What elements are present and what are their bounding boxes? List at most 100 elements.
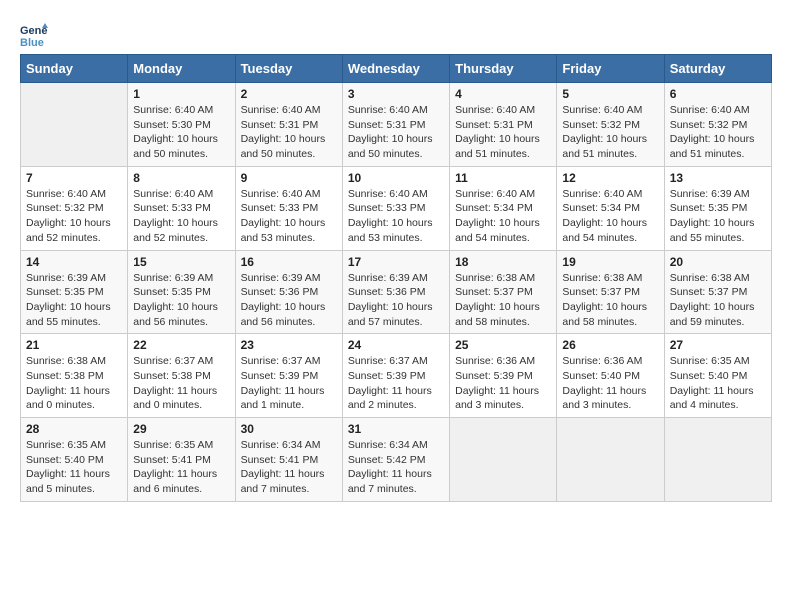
- day-info: Sunrise: 6:40 AMSunset: 5:33 PMDaylight:…: [133, 187, 229, 246]
- day-info: Sunrise: 6:36 AMSunset: 5:40 PMDaylight:…: [562, 354, 658, 413]
- calendar-cell: [21, 83, 128, 167]
- day-info: Sunrise: 6:40 AMSunset: 5:31 PMDaylight:…: [241, 103, 337, 162]
- day-info: Sunrise: 6:38 AMSunset: 5:37 PMDaylight:…: [670, 271, 766, 330]
- day-info: Sunrise: 6:35 AMSunset: 5:40 PMDaylight:…: [26, 438, 122, 497]
- day-info: Sunrise: 6:40 AMSunset: 5:34 PMDaylight:…: [562, 187, 658, 246]
- day-info: Sunrise: 6:39 AMSunset: 5:35 PMDaylight:…: [26, 271, 122, 330]
- day-number: 27: [670, 338, 766, 352]
- day-number: 18: [455, 255, 551, 269]
- day-number: 23: [241, 338, 337, 352]
- day-number: 2: [241, 87, 337, 101]
- header-sunday: Sunday: [21, 55, 128, 83]
- header-friday: Friday: [557, 55, 664, 83]
- calendar-cell: 15 Sunrise: 6:39 AMSunset: 5:35 PMDayligh…: [128, 250, 235, 334]
- day-info: Sunrise: 6:34 AMSunset: 5:42 PMDaylight:…: [348, 438, 444, 497]
- calendar-cell: 18 Sunrise: 6:38 AMSunset: 5:37 PMDayligh…: [450, 250, 557, 334]
- day-info: Sunrise: 6:38 AMSunset: 5:38 PMDaylight:…: [26, 354, 122, 413]
- calendar-cell: [450, 418, 557, 502]
- day-number: 30: [241, 422, 337, 436]
- header-row: SundayMondayTuesdayWednesdayThursdayFrid…: [21, 55, 772, 83]
- calendar-cell: [557, 418, 664, 502]
- calendar-header: SundayMondayTuesdayWednesdayThursdayFrid…: [21, 55, 772, 83]
- header-thursday: Thursday: [450, 55, 557, 83]
- calendar-cell: 24Sunrise: 6:37 AMSunset: 5:39 PMDayligh…: [342, 334, 449, 418]
- day-info: Sunrise: 6:39 AMSunset: 5:35 PMDaylight:…: [133, 271, 229, 330]
- calendar-cell: 28Sunrise: 6:35 AMSunset: 5:40 PMDayligh…: [21, 418, 128, 502]
- calendar-cell: 8 Sunrise: 6:40 AMSunset: 5:33 PMDaylight…: [128, 166, 235, 250]
- day-number: 22: [133, 338, 229, 352]
- calendar-week-row: 7 Sunrise: 6:40 AMSunset: 5:32 PMDaylight…: [21, 166, 772, 250]
- day-number: 17: [348, 255, 444, 269]
- day-number: 7: [26, 171, 122, 185]
- day-number: 5: [562, 87, 658, 101]
- day-number: 13: [670, 171, 766, 185]
- calendar-cell: 7 Sunrise: 6:40 AMSunset: 5:32 PMDaylight…: [21, 166, 128, 250]
- calendar-week-row: 28Sunrise: 6:35 AMSunset: 5:40 PMDayligh…: [21, 418, 772, 502]
- calendar-cell: 6Sunrise: 6:40 AMSunset: 5:32 PMDaylight…: [664, 83, 771, 167]
- calendar-cell: 23 Sunrise: 6:37 AMSunset: 5:39 PMDayligh…: [235, 334, 342, 418]
- calendar-cell: 13Sunrise: 6:39 AMSunset: 5:35 PMDayligh…: [664, 166, 771, 250]
- day-info: Sunrise: 6:40 AMSunset: 5:33 PMDaylight:…: [241, 187, 337, 246]
- day-number: 21: [26, 338, 122, 352]
- calendar-cell: 29 Sunrise: 6:35 AMSunset: 5:41 PMDayligh…: [128, 418, 235, 502]
- calendar-cell: 20 Sunrise: 6:38 AMSunset: 5:37 PMDayligh…: [664, 250, 771, 334]
- day-number: 25: [455, 338, 551, 352]
- day-number: 12: [562, 171, 658, 185]
- header-tuesday: Tuesday: [235, 55, 342, 83]
- day-number: 11: [455, 171, 551, 185]
- calendar-cell: 5 Sunrise: 6:40 AMSunset: 5:32 PMDaylight…: [557, 83, 664, 167]
- day-number: 26: [562, 338, 658, 352]
- day-info: Sunrise: 6:35 AMSunset: 5:41 PMDaylight:…: [133, 438, 229, 497]
- calendar-cell: 10Sunrise: 6:40 AMSunset: 5:33 PMDayligh…: [342, 166, 449, 250]
- calendar-cell: 30 Sunrise: 6:34 AMSunset: 5:41 PMDayligh…: [235, 418, 342, 502]
- calendar-cell: 14 Sunrise: 6:39 AMSunset: 5:35 PMDayligh…: [21, 250, 128, 334]
- day-number: 20: [670, 255, 766, 269]
- calendar-cell: 4Sunrise: 6:40 AMSunset: 5:31 PMDaylight…: [450, 83, 557, 167]
- calendar-cell: [664, 418, 771, 502]
- day-number: 31: [348, 422, 444, 436]
- day-number: 8: [133, 171, 229, 185]
- day-info: Sunrise: 6:39 AMSunset: 5:36 PMDaylight:…: [348, 271, 444, 330]
- header-wednesday: Wednesday: [342, 55, 449, 83]
- day-info: Sunrise: 6:37 AMSunset: 5:38 PMDaylight:…: [133, 354, 229, 413]
- day-number: 29: [133, 422, 229, 436]
- day-number: 16: [241, 255, 337, 269]
- calendar-week-row: 21 Sunrise: 6:38 AMSunset: 5:38 PMDayligh…: [21, 334, 772, 418]
- day-info: Sunrise: 6:38 AMSunset: 5:37 PMDaylight:…: [455, 271, 551, 330]
- day-number: 6: [670, 87, 766, 101]
- calendar-cell: 2 Sunrise: 6:40 AMSunset: 5:31 PMDaylight…: [235, 83, 342, 167]
- day-info: Sunrise: 6:36 AMSunset: 5:39 PMDaylight:…: [455, 354, 551, 413]
- page-header: General Blue: [20, 20, 772, 48]
- day-number: 3: [348, 87, 444, 101]
- header-monday: Monday: [128, 55, 235, 83]
- day-number: 19: [562, 255, 658, 269]
- day-info: Sunrise: 6:40 AMSunset: 5:32 PMDaylight:…: [26, 187, 122, 246]
- day-info: Sunrise: 6:34 AMSunset: 5:41 PMDaylight:…: [241, 438, 337, 497]
- calendar-cell: 11 Sunrise: 6:40 AMSunset: 5:34 PMDayligh…: [450, 166, 557, 250]
- day-info: Sunrise: 6:40 AMSunset: 5:31 PMDaylight:…: [348, 103, 444, 162]
- day-info: Sunrise: 6:35 AMSunset: 5:40 PMDaylight:…: [670, 354, 766, 413]
- calendar-cell: 19Sunrise: 6:38 AMSunset: 5:37 PMDayligh…: [557, 250, 664, 334]
- day-number: 1: [133, 87, 229, 101]
- day-number: 24: [348, 338, 444, 352]
- day-number: 14: [26, 255, 122, 269]
- calendar-body: 1Sunrise: 6:40 AMSunset: 5:30 PMDaylight…: [21, 83, 772, 502]
- calendar-cell: 31 Sunrise: 6:34 AMSunset: 5:42 PMDayligh…: [342, 418, 449, 502]
- calendar-cell: 27 Sunrise: 6:35 AMSunset: 5:40 PMDayligh…: [664, 334, 771, 418]
- calendar-cell: 17 Sunrise: 6:39 AMSunset: 5:36 PMDayligh…: [342, 250, 449, 334]
- day-info: Sunrise: 6:37 AMSunset: 5:39 PMDaylight:…: [241, 354, 337, 413]
- day-info: Sunrise: 6:40 AMSunset: 5:34 PMDaylight:…: [455, 187, 551, 246]
- calendar-table: SundayMondayTuesdayWednesdayThursdayFrid…: [20, 54, 772, 502]
- day-number: 15: [133, 255, 229, 269]
- logo: General Blue: [20, 20, 52, 48]
- day-number: 9: [241, 171, 337, 185]
- day-info: Sunrise: 6:40 AMSunset: 5:32 PMDaylight:…: [562, 103, 658, 162]
- calendar-week-row: 14 Sunrise: 6:39 AMSunset: 5:35 PMDayligh…: [21, 250, 772, 334]
- calendar-week-row: 1Sunrise: 6:40 AMSunset: 5:30 PMDaylight…: [21, 83, 772, 167]
- day-number: 10: [348, 171, 444, 185]
- day-info: Sunrise: 6:39 AMSunset: 5:36 PMDaylight:…: [241, 271, 337, 330]
- svg-text:Blue: Blue: [20, 37, 44, 48]
- calendar-cell: 12 Sunrise: 6:40 AMSunset: 5:34 PMDayligh…: [557, 166, 664, 250]
- header-saturday: Saturday: [664, 55, 771, 83]
- calendar-cell: 25 Sunrise: 6:36 AMSunset: 5:39 PMDayligh…: [450, 334, 557, 418]
